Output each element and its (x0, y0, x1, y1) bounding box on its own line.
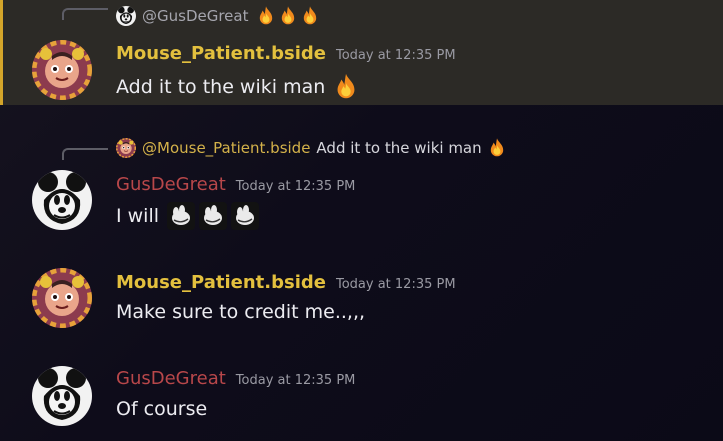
author-name[interactable]: GusDeGreat (116, 174, 226, 195)
timestamp[interactable]: Today at 12:35 PM (236, 373, 356, 388)
timestamp[interactable]: Today at 12:35 PM (336, 48, 456, 63)
avatar[interactable] (32, 40, 92, 100)
fire-icon (486, 137, 508, 159)
message-text: Make sure to credit me..,,, (116, 301, 366, 323)
reply-preview[interactable]: @Mouse_Patient.bside Add it to the wiki … (116, 136, 508, 160)
message-content: I will (116, 202, 259, 230)
avatar[interactable] (32, 170, 92, 230)
message-text: Add it to the wiki man (116, 76, 326, 98)
reply-connector (62, 8, 108, 20)
reply-author[interactable]: @GusDeGreat (142, 7, 249, 25)
author-name[interactable]: Mouse_Patient.bside (116, 43, 326, 64)
reply-text: Add it to the wiki man (316, 139, 482, 157)
reply-avatar (116, 138, 136, 158)
fire-icon (331, 72, 361, 102)
cartoon-hand-icon (167, 202, 195, 230)
message-text: Of course (116, 398, 208, 420)
fire-icon (299, 5, 321, 27)
timestamp[interactable]: Today at 12:35 PM (236, 179, 356, 194)
reply-connector (62, 148, 108, 160)
message-text: I will (116, 205, 160, 227)
message-header: Mouse_Patient.bside Today at 12:35 PM (116, 272, 456, 293)
message-content: Add it to the wiki man (116, 72, 361, 102)
message-header: GusDeGreat Today at 12:35 PM (116, 368, 355, 389)
fire-icon (277, 5, 299, 27)
reply-avatar (116, 6, 136, 26)
reply-preview[interactable]: @GusDeGreat (116, 4, 321, 28)
message-content: Make sure to credit me..,,, (116, 301, 365, 323)
avatar[interactable] (32, 366, 92, 426)
reply-author[interactable]: @Mouse_Patient.bside (142, 139, 310, 157)
mention-highlight-bar (0, 0, 3, 105)
cartoon-hand-icon (199, 202, 227, 230)
timestamp[interactable]: Today at 12:35 PM (336, 277, 456, 292)
author-name[interactable]: GusDeGreat (116, 368, 226, 389)
avatar[interactable] (32, 268, 92, 328)
message-header: GusDeGreat Today at 12:35 PM (116, 174, 355, 195)
cartoon-hand-icon (231, 202, 259, 230)
fire-icon (255, 5, 277, 27)
message-content: Of course (116, 398, 207, 420)
message-header: Mouse_Patient.bside Today at 12:35 PM (116, 43, 456, 64)
author-name[interactable]: Mouse_Patient.bside (116, 272, 326, 293)
